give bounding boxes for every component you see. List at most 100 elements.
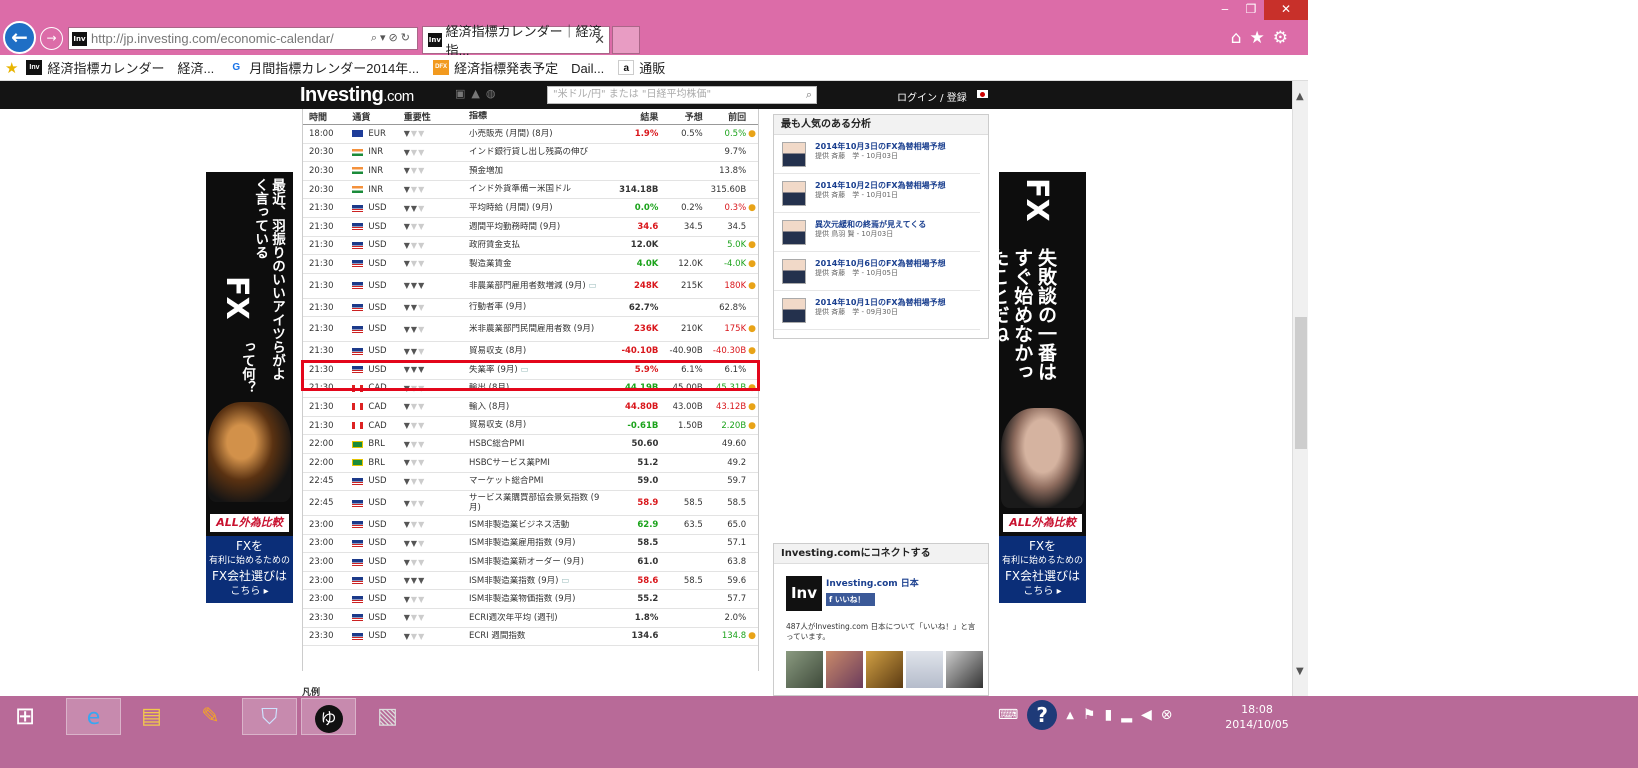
login-link[interactable]: ログイン / 登録: [897, 89, 967, 104]
search-icon[interactable]: ⌕: [806, 87, 812, 103]
calendar-row[interactable]: 22:45 USD ▼▼▼ マーケット総合PMI 59.0 59.7: [303, 473, 758, 492]
maximize-button[interactable]: ❐: [1238, 0, 1264, 20]
event-name[interactable]: 政府賃金支払: [463, 240, 609, 250]
calendar-row[interactable]: 22:00 BRL ▼▼▼ HSBCサービス業PMI 51.2 49.2: [303, 454, 758, 473]
address-bar[interactable]: Inv http://jp.investing.com/economic-cal…: [68, 27, 418, 50]
event-name[interactable]: 失業率 (9月) ▭: [463, 365, 609, 375]
event-name[interactable]: ISM非製造業新オーダー (9月): [463, 557, 609, 567]
calendar-row[interactable]: 23:30 USD ▼▼▼ ECRI週次年平均 (週刊) 1.8% 2.0%: [303, 609, 758, 628]
calendar-row[interactable]: 20:30 INR ▼▼▼ 預金増加 13.8%: [303, 162, 758, 181]
event-name[interactable]: 平均時給 (月間) (9月): [463, 203, 609, 213]
calendar-row[interactable]: 23:00 USD ▼▼▼ ISM非製造業雇用指数 (9月) 58.5 57.1: [303, 535, 758, 554]
favorite-item-2[interactable]: G 月間指標カレンダー2014年...: [228, 58, 419, 77]
analysis-article[interactable]: 2014年10月1日のFX為替相場予想 提供 斉藤 学 - 09月30日: [774, 291, 980, 330]
calendar-row[interactable]: 22:00 BRL ▼▼▼ HSBC総合PMI 50.60 49.60: [303, 435, 758, 454]
tray-expand-icon[interactable]: ▲: [1066, 710, 1074, 721]
flag-icon[interactable]: ⚑: [1083, 707, 1096, 723]
event-name[interactable]: ISM非製造業物価指数 (9月): [463, 594, 609, 604]
tab-close-icon[interactable]: ✕: [594, 33, 605, 48]
event-name[interactable]: HSBC総合PMI: [463, 439, 609, 449]
calendar-row[interactable]: 21:30 USD ▼▼▼ 週間平均勤務時間 (9月) 34.6 34.5 34.5: [303, 218, 758, 237]
fan-avatar[interactable]: [946, 651, 983, 688]
event-name[interactable]: 輸入 (8月): [463, 402, 609, 412]
calendar-row[interactable]: 21:30 USD ▼▼▼ 非農業部門雇用者数増減 (9月) ▭ 248K 215K 180…: [303, 274, 758, 299]
article-title[interactable]: 2014年10月6日のFX為替相場予想: [815, 259, 946, 269]
scrollbar-thumb[interactable]: [1295, 317, 1307, 449]
help-icon[interactable]: ?: [1027, 700, 1058, 730]
event-name[interactable]: ISM非製造業ビジネス活動: [463, 520, 609, 530]
article-title[interactable]: 2014年10月3日のFX為替相場予想: [815, 142, 946, 152]
calendar-row[interactable]: 21:30 CAD ▼▼▼ 貿易収支 (8月) -0.61B 1.50B 2.20B ●: [303, 417, 758, 436]
calendar-row[interactable]: 21:30 USD ▼▼▼ 製造業賃金 4.0K 12.0K -4.0K ●: [303, 255, 758, 274]
calendar-row[interactable]: 20:30 INR ▼▼▼ インド銀行貸し出し残高の伸び 9.7%: [303, 144, 758, 163]
taskbar-clock[interactable]: 18:08 2014/10/05: [1220, 702, 1294, 732]
analysis-article[interactable]: 2014年10月2日のFX為替相場予想 提供 斉藤 学 - 10月01日: [774, 174, 980, 213]
right-banner-ad[interactable]: FX 失敗談の一番はすぐ始めなかったことだね ALL外為比較 FXを 有利に始め…: [999, 172, 1086, 603]
analysis-article[interactable]: 異次元緩和の終焉が見えてくる 提供 鳥羽 賢 - 10月03日: [774, 213, 980, 252]
calendar-row[interactable]: 22:45 USD ▼▼▼ サービス業購買部協会景気指数 (9月) 58.9 58.5 58…: [303, 491, 758, 517]
japan-flag-icon[interactable]: [977, 90, 988, 98]
paint-icon[interactable]: ✎: [183, 698, 238, 735]
fb-like-button[interactable]: f いいね！: [826, 593, 875, 606]
calendar-row[interactable]: 21:30 USD ▼▼▼ 失業率 (9月) ▭ 5.9% 6.1% 6.1%: [303, 361, 758, 380]
event-name[interactable]: 貿易収支 (8月): [463, 346, 609, 356]
investing-page-logo[interactable]: Inv: [786, 576, 822, 611]
add-favorites-icon[interactable]: ★: [5, 59, 18, 77]
event-name[interactable]: インド外貨準備ー米国ドル: [463, 184, 609, 194]
windows-start-icon[interactable]: ⊞: [2, 698, 48, 735]
fan-avatar[interactable]: [786, 651, 823, 688]
bell-icon[interactable]: ▲: [471, 87, 485, 100]
minimize-button[interactable]: ‒: [1212, 0, 1238, 20]
event-name[interactable]: マーケット総合PMI: [463, 476, 609, 486]
event-name[interactable]: サービス業購買部協会景気指数 (9月): [463, 493, 609, 513]
fan-avatar[interactable]: [826, 651, 863, 688]
page-scrollbar[interactable]: ▲ ▼: [1292, 81, 1308, 696]
favorite-item-4[interactable]: a 通販: [618, 58, 665, 77]
browser-tab-active[interactable]: Inv 経済指標カレンダー｜経済指... ✕: [422, 24, 610, 58]
investing-logo[interactable]: Investing.com: [300, 84, 414, 107]
article-title[interactable]: 異次元緩和の終焉が見えてくる: [815, 220, 926, 230]
event-name[interactable]: ISM非製造業指数 (9月) ▭: [463, 576, 609, 586]
calendar-row[interactable]: 23:00 USD ▼▼▼ ISM非製造業指数 (9月) ▭ 58.6 58.5 59.6: [303, 572, 758, 591]
calendar-row[interactable]: 21:30 USD ▼▼▼ 行動者率 (9月) 62.7% 62.8%: [303, 299, 758, 318]
event-name[interactable]: ECRI週次年平均 (週刊): [463, 613, 609, 623]
favorite-item-3[interactable]: DFX 経済指標発表予定 Dail...: [433, 58, 604, 77]
keyboard-icon[interactable]: ⌨: [998, 707, 1018, 723]
volume-icon[interactable]: ◀: [1141, 707, 1152, 723]
event-name[interactable]: 輸出 (8月): [463, 383, 609, 393]
back-button[interactable]: ←: [3, 21, 36, 54]
analysis-article[interactable]: 2014年10月6日のFX為替相場予想 提供 斉藤 学 - 10月05日: [774, 252, 980, 291]
file-explorer-icon[interactable]: ▤: [124, 698, 179, 735]
security-shield-icon[interactable]: ⛉: [242, 698, 297, 735]
event-name[interactable]: ECRI 週間指数: [463, 631, 609, 641]
article-title[interactable]: 2014年10月1日のFX為替相場予想: [815, 298, 946, 308]
new-tab-button[interactable]: [612, 26, 640, 54]
favorites-star-icon[interactable]: ★: [1250, 28, 1273, 48]
forward-button[interactable]: →: [40, 27, 63, 50]
calendar-row[interactable]: 20:30 INR ▼▼▼ インド外貨準備ー米国ドル 314.18B 315.60B: [303, 181, 758, 200]
event-name[interactable]: 週間平均勤務時間 (9月): [463, 222, 609, 232]
favorite-item-1[interactable]: Inv 経済指標カレンダー 経済...: [26, 58, 214, 77]
analysis-article[interactable]: 2014年10月3日のFX為替相場予想 提供 斉藤 学 - 10月03日: [774, 135, 980, 174]
event-name[interactable]: 非農業部門雇用者数増減 (9月) ▭: [463, 281, 609, 291]
calendar-row[interactable]: 23:00 USD ▼▼▼ ISM非製造業新オーダー (9月) 61.0 63.8: [303, 553, 758, 572]
calendar-row[interactable]: 21:30 CAD ▼▼▼ 輸出 (8月) 44.19B 45.00B 45.31B ●: [303, 380, 758, 399]
scroll-down-icon[interactable]: ▼: [1296, 666, 1304, 677]
calendar-row[interactable]: 18:00 EUR ▼▼▼ 小売販売 (月間) (8月) 1.9% 0.5% 0.5% ●: [303, 125, 758, 144]
calendar-row[interactable]: 21:30 USD ▼▼▼ 米非農業部門民間雇用者数 (9月) 236K 210K 175K…: [303, 317, 758, 343]
fb-page-name[interactable]: Investing.com 日本: [826, 576, 919, 589]
comment-icon[interactable]: ▭: [561, 576, 569, 586]
address-url[interactable]: http://jp.investing.com/economic-calenda…: [91, 31, 334, 46]
briefcase-icon[interactable]: ▣: [455, 87, 471, 100]
comment-icon[interactable]: ▭: [520, 365, 528, 375]
event-name[interactable]: ISM非製造業雇用指数 (9月): [463, 538, 609, 548]
globe-icon[interactable]: ◍: [486, 87, 502, 100]
event-name[interactable]: 行動者率 (9月): [463, 302, 609, 312]
comment-icon[interactable]: ▭: [588, 281, 596, 291]
home-icon[interactable]: ⌂: [1231, 28, 1250, 48]
fan-avatar[interactable]: [906, 651, 943, 688]
image-viewer-icon[interactable]: ▧: [360, 698, 415, 735]
notification-icon[interactable]: ⊗: [1161, 707, 1173, 723]
scroll-up-icon[interactable]: ▲: [1296, 91, 1304, 102]
calendar-row[interactable]: 21:30 USD ▼▼▼ 貿易収支 (8月) -40.10B -40.90B -40.30…: [303, 342, 758, 361]
